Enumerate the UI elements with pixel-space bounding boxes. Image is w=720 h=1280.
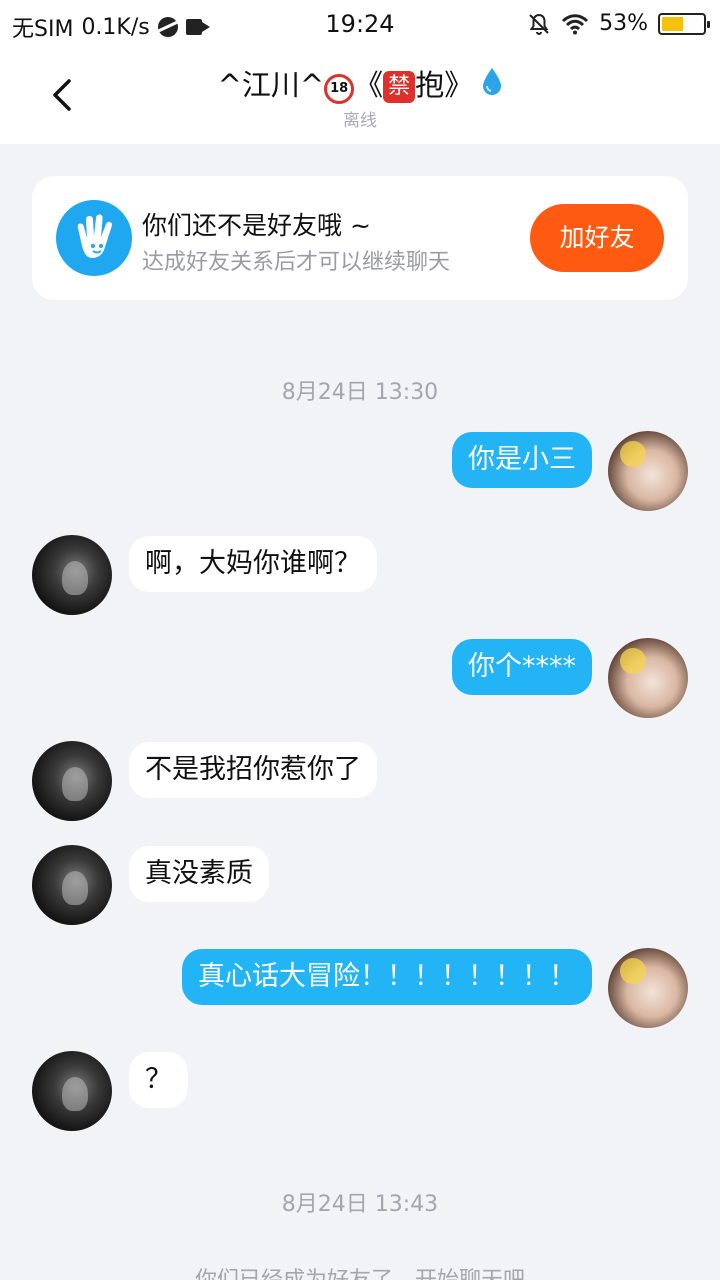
my-avatar[interactable] [608, 638, 688, 718]
no-under-18-icon: 18 [324, 74, 355, 104]
battery-fill [662, 16, 684, 31]
friend-notice-card: 你们还不是好友哦 ~ 达成好友关系后才可以继续聊天 加好友 [32, 176, 688, 300]
message-bubble-sent[interactable]: 你是小三 [452, 432, 592, 488]
timestamp: 8月24日 13:43 [281, 1192, 439, 1217]
my-avatar[interactable] [608, 431, 688, 511]
battery-icon [658, 12, 710, 35]
chat-header: ^江川^ 18 《禁抱》 离线 [0, 50, 720, 144]
message-bubble-received[interactable]: ？ [129, 1052, 188, 1108]
system-message: 你们已经成为好友了，开始聊天吧 [0, 1262, 720, 1280]
title-bracket-open: 《 [354, 68, 384, 102]
online-status: 离线 [343, 111, 377, 131]
chat-title[interactable]: ^江川^ 18 《禁抱》 [0, 62, 720, 104]
status-bar: 无SIM 0.1K/s 19:24 53% [0, 0, 720, 50]
my-avatar[interactable] [608, 948, 688, 1028]
contact-avatar[interactable] [32, 741, 112, 821]
notice-title: 你们还不是好友哦 ~ [142, 211, 371, 240]
battery-percent: 53% [599, 11, 648, 36]
add-friend-button[interactable]: 加好友 [530, 204, 664, 272]
notice-subtitle: 达成好友关系后才可以继续聊天 [142, 250, 451, 275]
message-bubble-received[interactable]: 不是我招你惹你了 [129, 742, 377, 798]
message-bubble-received[interactable]: 真没素质 [129, 846, 269, 902]
water-drop-icon [483, 68, 502, 95]
contact-avatar[interactable] [32, 1051, 112, 1131]
contact-avatar[interactable] [32, 845, 112, 925]
message-bubble-sent[interactable]: 真心话大冒险！！！！！！！！ [182, 949, 592, 1005]
title-prefix: ^江川^ [217, 68, 325, 102]
wave-hand-icon [56, 200, 132, 276]
wifi-icon [562, 13, 589, 34]
title-bracket-close: 》 [444, 68, 474, 102]
timestamp: 8月24日 13:30 [281, 380, 439, 405]
mute-bell-icon [529, 13, 549, 35]
title-text: 抱 [415, 68, 445, 102]
message-bubble-received[interactable]: 啊，大妈你谁啊？ [129, 536, 377, 592]
message-bubble-sent[interactable]: 你个**** [452, 639, 592, 695]
status-right: 53% [527, 11, 710, 36]
contact-avatar[interactable] [32, 535, 112, 615]
forbidden-badge-icon: 禁 [383, 71, 416, 103]
